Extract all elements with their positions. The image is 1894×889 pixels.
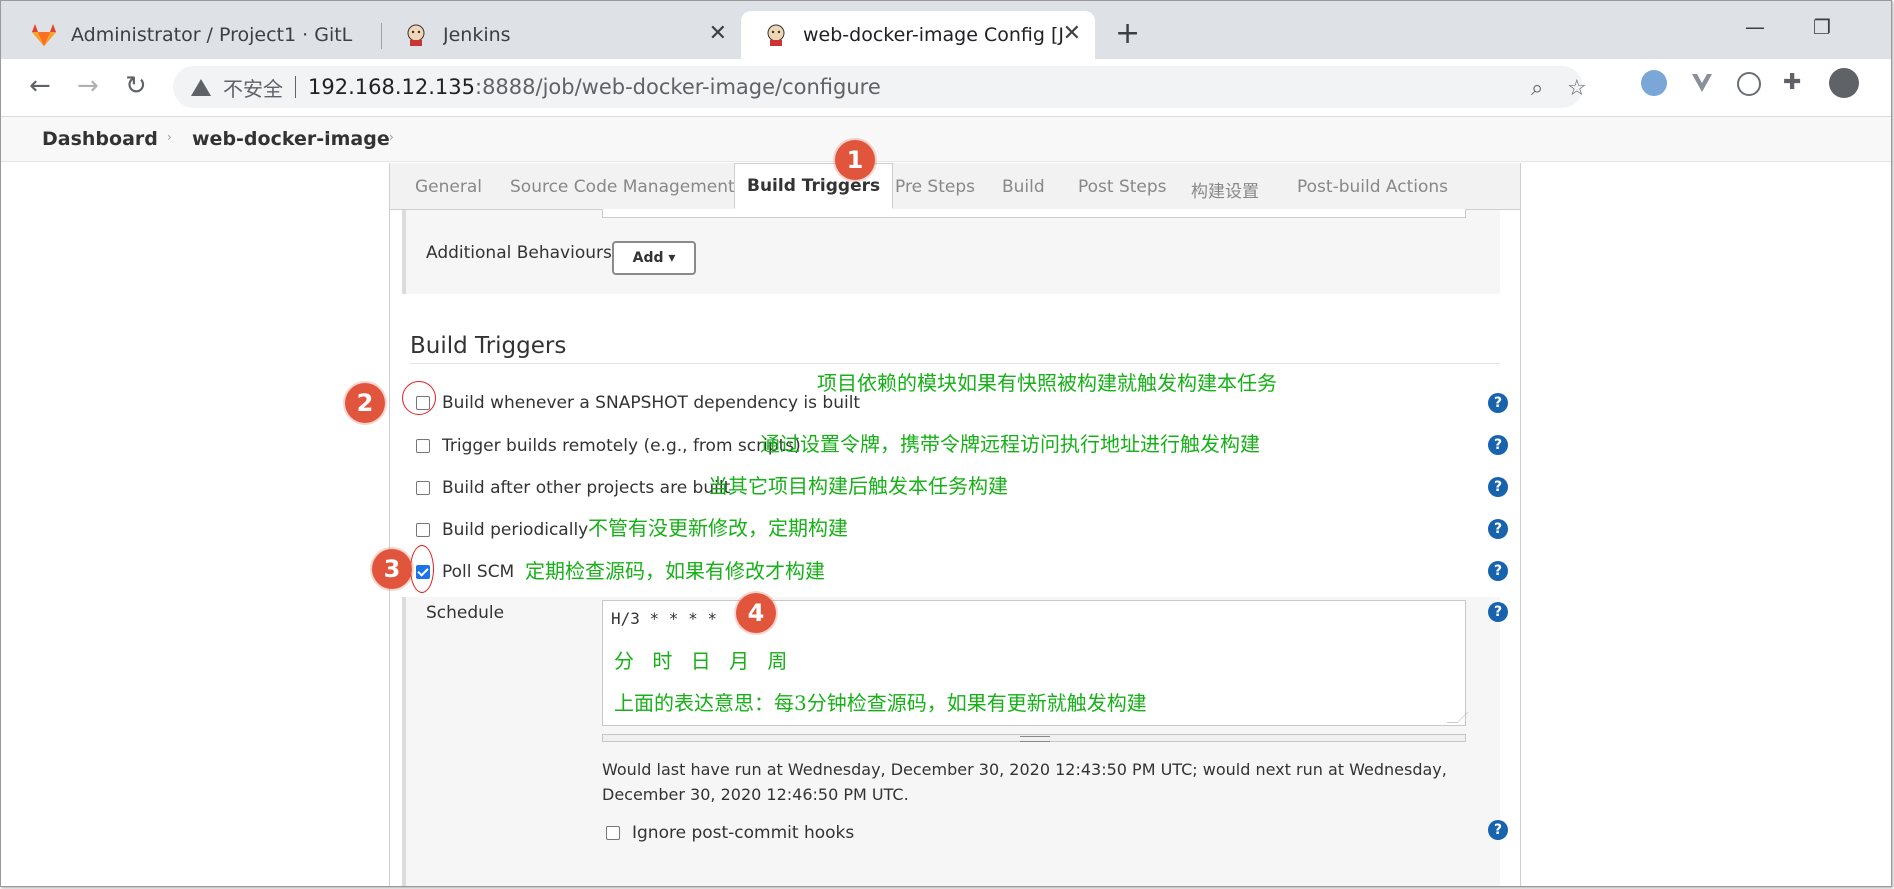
jenkins-icon — [763, 22, 789, 48]
trigger-periodically-row[interactable]: Build periodically — [416, 518, 588, 542]
new-tab-button[interactable]: + — [1115, 19, 1140, 49]
scm-field-bottom — [602, 209, 1466, 218]
add-behaviour-button[interactable]: Add ▾ — [612, 241, 696, 275]
help-icon[interactable]: ? — [1488, 435, 1508, 455]
tab-general[interactable]: General — [415, 177, 482, 197]
bookmark-star-icon[interactable]: ☆ — [1567, 76, 1587, 101]
highlight-circle — [402, 381, 436, 415]
back-icon[interactable]: ← — [29, 71, 51, 101]
puzzle-extensions-icon[interactable]: ✚ — [1783, 70, 1809, 96]
after-other-checkbox[interactable] — [416, 481, 430, 495]
help-icon[interactable]: ? — [1488, 477, 1508, 497]
url-text[interactable]: 192.168.12.135:8888/job/web-docker-image… — [308, 75, 881, 99]
help-icon[interactable]: ? — [1488, 393, 1508, 413]
config-tabs: General Source Code Management Build Tri… — [390, 163, 1520, 210]
tab-post-build-actions[interactable]: Post-build Actions — [1297, 177, 1448, 197]
tab-jenkins[interactable]: Jenkins ✕ — [381, 11, 741, 59]
step-badge-3: 3 — [372, 549, 412, 589]
help-icon[interactable]: ? — [1488, 561, 1508, 581]
periodically-label: Build periodically — [442, 520, 589, 540]
remote-checkbox[interactable] — [416, 439, 430, 453]
after-other-label: Build after other projects are built — [442, 478, 731, 498]
annotation-remote: 通过设置令牌，携带令牌远程访问执行地址进行触发构建 — [760, 432, 1260, 456]
ignore-hooks-row[interactable]: Ignore post-commit hooks — [606, 821, 854, 845]
textarea-expand-grip[interactable] — [602, 734, 1466, 742]
breadcrumb-job[interactable]: web-docker-image — [192, 128, 390, 150]
url-host: 192.168.12.135 — [308, 75, 475, 99]
trigger-remote-row[interactable]: Trigger builds remotely (e.g., from scri… — [416, 434, 801, 458]
profile-avatar-icon[interactable] — [1829, 68, 1859, 98]
annotation-snapshot: 项目依赖的模块如果有快照被构建就触发构建本任务 — [817, 371, 1277, 395]
address-bar[interactable]: 不安全 192.168.12.135:8888/job/web-docker-i… — [173, 66, 1587, 108]
tab-build-settings[interactable]: 构建设置 — [1191, 177, 1259, 202]
tab-config[interactable]: web-docker-image Config [Jen ✕ — [741, 11, 1095, 59]
vue-devtools-icon[interactable] — [1689, 70, 1715, 96]
close-icon[interactable]: ✕ — [1063, 23, 1081, 45]
tab-title: Administrator / Project1 · GitLa — [71, 24, 353, 46]
tab-pre-steps[interactable]: Pre Steps — [895, 177, 975, 197]
help-icon[interactable]: ? — [1488, 602, 1508, 622]
breadcrumb-dashboard[interactable]: Dashboard — [42, 128, 158, 150]
jenkins-icon — [403, 22, 429, 48]
breadcrumb-separator: › — [167, 130, 172, 144]
annotation-poll-scm: 定期检查源码，如果有修改才构建 — [525, 559, 825, 583]
breadcrumb-separator: › — [389, 130, 394, 144]
breadcrumb: Dashboard › web-docker-image › — [1, 117, 1891, 162]
schedule-run-info: Would last have run at Wednesday, Decemb… — [602, 760, 1447, 804]
warning-icon — [191, 78, 211, 96]
periodically-checkbox[interactable] — [416, 523, 430, 537]
sync-extension-icon[interactable] — [1737, 72, 1761, 96]
annotation-cron-meaning: 上面的表达意思：每3分钟检查源码，如果有更新就触发构建 — [614, 691, 1147, 715]
trigger-snapshot-row[interactable]: Build whenever a SNAPSHOT dependency is … — [416, 391, 860, 415]
tab-title: Jenkins — [443, 24, 511, 46]
annotation-periodically: 不管有没更新修改，定期构建 — [588, 516, 848, 540]
forward-icon[interactable]: → — [77, 71, 99, 101]
trigger-after-other-row[interactable]: Build after other projects are built — [416, 476, 730, 500]
highlight-circle — [410, 545, 434, 593]
additional-behaviours-label: Additional Behaviours — [426, 243, 612, 263]
tab-strip: Administrator / Project1 · GitLa Jenkins… — [1, 1, 1891, 59]
step-badge-1: 1 — [835, 140, 875, 180]
section-title: Build Triggers — [410, 333, 567, 359]
tab-post-steps[interactable]: Post Steps — [1078, 177, 1167, 197]
snapshot-label: Build whenever a SNAPSHOT dependency is … — [442, 393, 861, 413]
insecure-label: 不安全 — [223, 76, 283, 101]
step-badge-4: 4 — [736, 593, 776, 633]
schedule-value: H/3 * * * * — [611, 609, 717, 628]
remote-label: Trigger builds remotely (e.g., from scri… — [442, 436, 801, 456]
config-panel: General Source Code Management Build Tri… — [345, 140, 1521, 886]
help-icon[interactable]: ? — [1488, 820, 1508, 840]
minimize-icon[interactable]: — — [1745, 15, 1765, 39]
reload-icon[interactable]: ↻ — [125, 71, 147, 101]
tab-gitlab[interactable]: Administrator / Project1 · GitLa — [9, 11, 381, 59]
schedule-label: Schedule — [426, 603, 505, 623]
annotation-cron-fields: 分 时 日 月 周 — [614, 649, 794, 673]
ignore-hooks-label: Ignore post-commit hooks — [632, 823, 855, 843]
close-icon[interactable]: ✕ — [709, 23, 727, 45]
browser-window: Administrator / Project1 · GitLa Jenkins… — [0, 0, 1892, 887]
section-divider — [410, 363, 1500, 364]
step-badge-2: 2 — [345, 383, 385, 423]
restore-icon[interactable]: ❐ — [1813, 15, 1831, 39]
tab-source-code-management[interactable]: Source Code Management — [510, 177, 735, 197]
gitlab-icon — [31, 22, 57, 48]
tab-build[interactable]: Build — [1002, 177, 1045, 197]
zoom-icon[interactable]: ⌕ — [1531, 76, 1543, 101]
resize-handle[interactable] — [1446, 712, 1469, 723]
tab-title: web-docker-image Config [Jen — [803, 24, 1065, 46]
ignore-hooks-checkbox[interactable] — [606, 826, 620, 840]
browser-toolbar: ← → ↻ 不安全 192.168.12.135:8888/job/web-do… — [1, 59, 1891, 117]
poll-scm-label: Poll SCM — [442, 562, 515, 582]
divider — [295, 76, 296, 98]
extension-icon[interactable] — [1641, 70, 1667, 96]
url-path: :8888/job/web-docker-image/configure — [475, 75, 881, 99]
annotation-after-other: 当其它项目构建后触发本任务构建 — [708, 474, 1008, 498]
help-icon[interactable]: ? — [1488, 519, 1508, 539]
